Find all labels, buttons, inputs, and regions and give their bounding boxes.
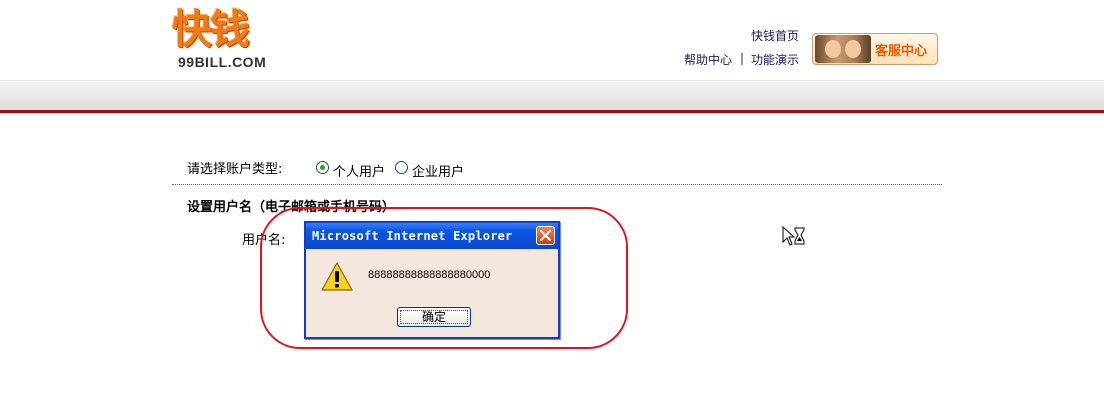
close-icon[interactable] [536, 226, 555, 245]
header-band [0, 80, 1104, 111]
help-center-link[interactable]: 帮助中心 [684, 51, 732, 68]
dialog-title: Microsoft Internet Explorer [312, 229, 513, 243]
warning-icon [320, 261, 354, 296]
customer-service-avatar [815, 35, 871, 63]
home-link[interactable]: 快钱首页 [751, 27, 799, 44]
radio-business-user-label[interactable]: 企业用户 [412, 161, 464, 180]
feature-demo-link[interactable]: 功能演示 [751, 51, 799, 68]
alert-dialog: Microsoft Internet Explorer 888888888888… [304, 221, 560, 339]
ok-button[interactable]: 确定 [397, 307, 471, 327]
radio-personal-user[interactable] [316, 161, 329, 174]
link-separator: | [740, 51, 745, 65]
customer-service-label: 客服中心 [875, 44, 928, 59]
account-type-label: 请选择账户类型: [187, 162, 283, 177]
logo-text: 快钱 [172, 7, 250, 53]
dialog-message: 88888888888888880000 [368, 269, 491, 281]
logo-domain: 99BILL.COM [178, 54, 267, 70]
radio-personal-user-label[interactable]: 个人用户 [333, 161, 385, 180]
customer-service-button[interactable]: 客服中心 [812, 33, 938, 65]
busy-cursor-icon [782, 225, 806, 251]
header-divider [0, 110, 1104, 113]
dialog-title-bar[interactable]: Microsoft Internet Explorer [306, 223, 558, 249]
radio-business-user[interactable] [395, 161, 408, 174]
logo[interactable]: 快钱 99BILL.COM [172, 6, 272, 72]
section-divider [172, 184, 942, 185]
